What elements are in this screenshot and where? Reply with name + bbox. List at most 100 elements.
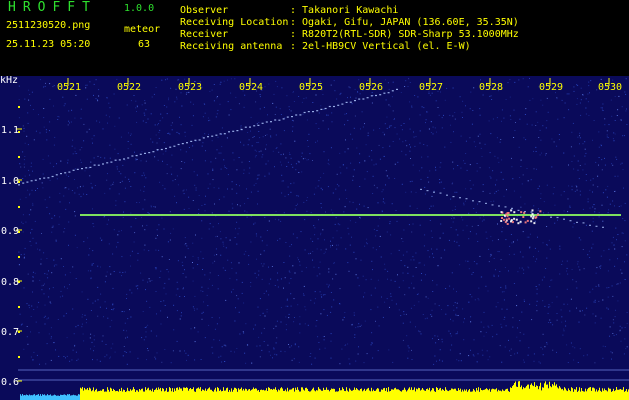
noise-speck: [495, 191, 497, 193]
noise-speck: [477, 135, 479, 137]
noise-speck: [169, 133, 171, 135]
level-bar: [152, 388, 153, 400]
noise-speck: [556, 351, 557, 353]
noise-speck: [90, 310, 92, 311]
noise-speck: [144, 100, 146, 101]
noise-speck: [267, 114, 268, 116]
noise-speck: [604, 346, 606, 348]
noise-speck: [229, 277, 231, 279]
noise-speck: [576, 287, 578, 289]
level-bar: [555, 385, 556, 400]
level-bar: [371, 387, 372, 400]
diagonal-trace-point: [139, 153, 142, 155]
echo-trace-point: [530, 211, 533, 213]
noise-speck: [97, 155, 99, 157]
noise-speck: [275, 148, 277, 149]
noise-speck: [299, 323, 301, 325]
noise-speck: [50, 338, 52, 339]
noise-speck: [186, 189, 187, 191]
noise-speck: [621, 232, 623, 234]
level-bar: [280, 388, 281, 400]
noise-speck: [192, 145, 194, 147]
noise-speck: [606, 307, 608, 309]
noise-speck: [227, 188, 228, 190]
noise-speck: [146, 224, 148, 226]
level-bar: [416, 388, 417, 400]
level-bar: [385, 390, 386, 400]
level-bar: [68, 394, 69, 400]
noise-speck: [479, 133, 481, 135]
noise-speck: [480, 321, 482, 323]
noise-speck: [433, 256, 435, 258]
noise-speck: [402, 280, 404, 282]
noise-speck: [491, 324, 493, 326]
noise-speck: [349, 201, 351, 203]
noise-speck: [550, 279, 552, 281]
noise-speck: [365, 279, 367, 281]
noise-speck: [298, 361, 300, 363]
noise-speck: [521, 267, 523, 269]
noise-speck: [229, 239, 231, 241]
noise-speck: [204, 112, 206, 114]
noise-speck: [324, 347, 326, 349]
noise-speck: [238, 311, 240, 313]
noise-speck: [117, 153, 119, 155]
noise-speck: [140, 160, 142, 162]
noise-speck: [49, 288, 50, 290]
noise-speck: [145, 336, 147, 338]
noise-speck: [43, 108, 45, 109]
noise-speck: [224, 165, 225, 167]
noise-speck: [460, 360, 462, 362]
noise-speck: [328, 159, 330, 161]
noise-speck: [606, 130, 608, 132]
noise-speck: [594, 211, 596, 213]
diagonal-trace-point: [110, 161, 113, 163]
noise-speck: [395, 303, 397, 305]
noise-speck: [277, 279, 279, 281]
noise-speck: [563, 191, 565, 193]
noise-speck: [542, 348, 544, 350]
noise-speck: [301, 101, 303, 103]
level-bar: [490, 391, 491, 400]
noise-speck: [600, 144, 602, 146]
meteor-burst-point: [526, 219, 529, 222]
noise-speck: [373, 228, 375, 230]
app-title: HROFFT: [8, 0, 97, 15]
receiver-value: : R820T2(RTL-SDR) SDR-Sharp 53.1000MHz: [290, 29, 519, 40]
noise-speck: [82, 314, 83, 316]
level-bar: [146, 390, 147, 400]
noise-speck: [517, 239, 518, 241]
noise-speck: [450, 227, 452, 228]
noise-speck: [333, 80, 335, 82]
noise-speck: [22, 178, 24, 179]
noise-speck: [526, 168, 528, 169]
level-bar: [566, 390, 567, 400]
noise-speck: [102, 128, 104, 130]
level-bar: [444, 391, 445, 400]
noise-speck: [456, 241, 458, 243]
noise-speck: [107, 317, 109, 319]
noise-speck: [82, 333, 84, 335]
level-bar: [289, 389, 290, 400]
noise-speck: [305, 309, 307, 311]
level-bar: [247, 390, 248, 400]
level-bar: [69, 394, 70, 400]
noise-speck: [238, 262, 240, 264]
noise-speck: [582, 169, 584, 171]
noise-speck: [504, 346, 506, 348]
level-bar: [153, 391, 154, 400]
noise-speck: [606, 196, 608, 198]
meteor-burst-point: [508, 217, 511, 220]
noise-speck: [584, 148, 586, 150]
noise-speck: [398, 286, 400, 288]
noise-speck: [30, 209, 32, 211]
noise-speck: [236, 192, 238, 194]
noise-speck: [433, 363, 435, 365]
noise-speck: [546, 342, 548, 344]
noise-speck: [191, 124, 193, 126]
noise-speck: [243, 253, 245, 255]
noise-speck: [579, 310, 581, 312]
noise-speck: [364, 123, 365, 125]
level-bar: [175, 390, 176, 400]
level-bar: [529, 388, 530, 400]
